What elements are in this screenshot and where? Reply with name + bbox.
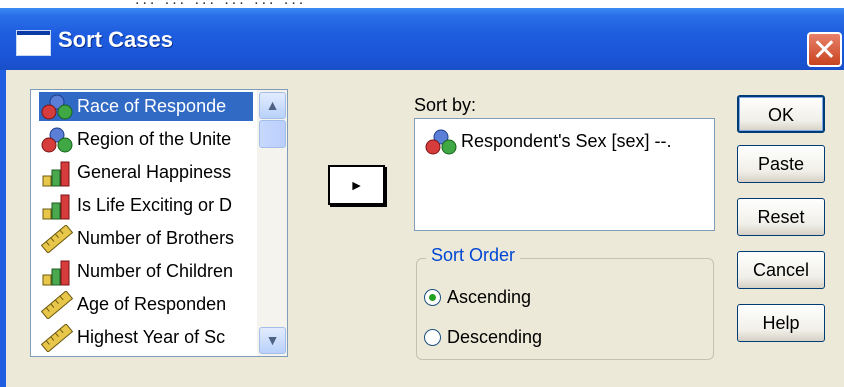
variable-list-item[interactable]: Number of Children [39, 257, 253, 286]
background-text: ... ... ... ... ... ... [135, 0, 306, 8]
sort-by-item[interactable]: Respondent's Sex [sex] --. [423, 127, 708, 156]
ok-button[interactable]: OK [737, 95, 825, 133]
scale-variable-icon [40, 290, 74, 319]
variable-list-item[interactable]: Highest Year of Sc [39, 323, 253, 352]
ascending-label: Ascending [447, 287, 532, 307]
scroll-down-button[interactable]: ▼ [259, 327, 286, 354]
title-bar[interactable]: Sort Cases ✕ [0, 8, 844, 70]
nominal-variable-icon [425, 129, 457, 154]
descending-radio[interactable] [424, 329, 441, 346]
scale-variable-icon [40, 224, 74, 253]
paste-button[interactable]: Paste [737, 145, 825, 183]
ordinal-variable-icon [42, 161, 70, 186]
sort-by-label: Sort by: [414, 95, 477, 115]
variable-list-item[interactable]: Race of Responde [39, 92, 253, 121]
variable-list-item[interactable]: Number of Brothers [39, 224, 253, 253]
variable-list-item[interactable]: General Happiness [39, 158, 253, 187]
variables-scrollbar[interactable]: ▲ ▼ [257, 90, 287, 356]
descending-label: Descending [447, 327, 543, 347]
background-text-strip: ... ... ... ... ... ... [0, 0, 844, 8]
nominal-variable-icon [41, 94, 73, 119]
variable-label: Age of Responden [77, 294, 227, 314]
variables-list[interactable]: Race of Responde Region of the Unite Gener… [30, 89, 288, 357]
ascending-radio[interactable] [424, 289, 441, 306]
variable-list-item[interactable]: Region of the Unite [39, 125, 253, 154]
descending-option[interactable]: Descending [424, 327, 542, 348]
ascending-option[interactable]: Ascending [424, 287, 531, 308]
variable-label: General Happiness [77, 162, 232, 182]
scroll-thumb[interactable] [259, 120, 286, 148]
move-to-sort-by-button[interactable]: ► [328, 165, 385, 205]
cancel-button[interactable]: Cancel [737, 251, 825, 289]
variable-label: Number of Brothers [77, 228, 235, 248]
variable-label: Region of the Unite [77, 129, 232, 149]
ordinal-variable-icon [42, 260, 70, 285]
sort-cases-dialog: ... ... ... ... ... ... Sort Cases ✕ Rac… [0, 0, 844, 387]
ordinal-variable-icon [42, 194, 70, 219]
scale-variable-icon [40, 323, 74, 352]
sort-by-list[interactable]: Respondent's Sex [sex] --. [414, 118, 715, 231]
variable-list-item[interactable]: Age of Responden [39, 290, 253, 319]
window-icon [16, 30, 51, 56]
sort-order-legend: Sort Order [426, 245, 521, 266]
nominal-variable-icon [41, 127, 73, 152]
help-button[interactable]: Help [737, 304, 825, 342]
window-title: Sort Cases [58, 27, 173, 52]
variable-label: Highest Year of Sc [77, 327, 226, 347]
variable-label: Race of Responde [77, 96, 227, 116]
close-button[interactable]: ✕ [807, 32, 842, 67]
variable-label: Is Life Exciting or D [77, 195, 233, 215]
window-border [0, 70, 6, 387]
reset-button[interactable]: Reset [737, 198, 825, 236]
sort-by-item-label: Respondent's Sex [sex] --. [461, 131, 672, 151]
variable-list-item[interactable]: Is Life Exciting or D [39, 191, 253, 220]
scroll-up-button[interactable]: ▲ [259, 92, 286, 119]
variable-label: Number of Children [77, 261, 234, 281]
